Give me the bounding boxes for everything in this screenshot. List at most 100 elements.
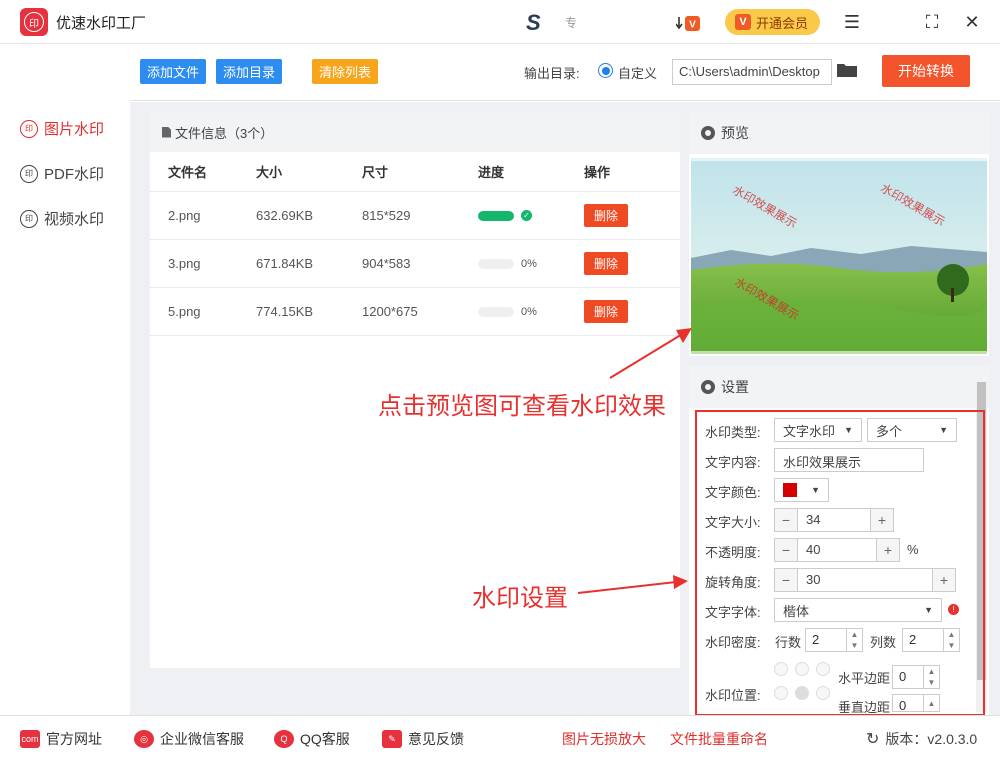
version-info[interactable]: ↻ 版本：v2.0.3.0: [866, 729, 977, 749]
stepper-value[interactable]: 40: [797, 539, 877, 561]
spinner-value[interactable]: 0: [893, 666, 923, 688]
position-dot[interactable]: [774, 662, 788, 676]
plus-icon[interactable]: +: [877, 539, 899, 561]
hmargin-label: 水平边距: [838, 671, 891, 686]
custom-dir-radio[interactable]: [598, 63, 613, 78]
delete-button[interactable]: 删除: [584, 300, 628, 323]
down-arrow-icon[interactable]: ▼: [948, 641, 956, 650]
annotation-settings-hint: 水印设置: [472, 585, 568, 612]
sidebar: 印 图片水印 印 PDF水印 印 视频水印: [0, 45, 130, 715]
file-name: 3.png: [168, 256, 201, 271]
vmargin-label: 垂直边距: [838, 700, 891, 715]
position-dot-selected[interactable]: [795, 686, 809, 700]
up-arrow-icon[interactable]: ▲: [851, 630, 859, 639]
stamp-icon: 印: [20, 119, 38, 138]
version-label: 版本：v2.0.3.0: [885, 731, 978, 747]
file-dimension: 815*529: [362, 208, 411, 223]
progress-cell: 0%: [478, 258, 584, 270]
footer-label: 企业微信客服: [160, 731, 244, 747]
text-content-input[interactable]: 水印效果展示: [774, 448, 924, 472]
stepper-value[interactable]: 34: [797, 509, 871, 531]
wechat-service-link[interactable]: ◎ 企业微信客服: [134, 729, 244, 749]
sidebar-item-label: 图片水印: [44, 121, 105, 138]
sidebar-item-pdf-watermark[interactable]: 印 PDF水印: [20, 163, 104, 184]
spinner-value[interactable]: 0: [893, 695, 923, 711]
file-size: 671.84KB: [256, 256, 314, 271]
file-dimension: 904*583: [362, 256, 411, 271]
spinner-value[interactable]: 2: [806, 629, 846, 651]
output-path-input[interactable]: C:\Users\admin\Desktop: [672, 59, 832, 85]
opacity-stepper[interactable]: −40 +: [774, 538, 900, 562]
settings-title: 设置: [721, 379, 749, 395]
app-logo: 印: [20, 8, 48, 36]
text-color-picker[interactable]: ▼: [774, 478, 829, 502]
percent-unit: %: [907, 542, 919, 557]
vip-button[interactable]: V 开通会员: [725, 9, 820, 35]
preview-image[interactable]: 水印效果展示 水印效果展示 水印效果展示: [691, 158, 987, 354]
down-arrow-icon[interactable]: ▼: [928, 678, 936, 687]
rotation-stepper[interactable]: −30 +: [774, 568, 956, 592]
add-directory-button[interactable]: 添加目录: [216, 59, 283, 84]
position-dot[interactable]: [774, 686, 788, 700]
progress-cell: ✓: [478, 210, 584, 221]
chevron-down-icon: ▼: [811, 485, 820, 495]
website-link[interactable]: com 官方网址: [20, 729, 102, 749]
document-icon: [162, 126, 171, 138]
position-dot[interactable]: [795, 662, 809, 676]
feedback-link[interactable]: ✎ 意见反馈: [382, 729, 464, 749]
folder-icon[interactable]: [837, 62, 857, 77]
web-icon: com: [20, 730, 40, 748]
spinner-value[interactable]: 2: [903, 629, 943, 651]
down-arrow-icon[interactable]: ▼: [851, 641, 859, 650]
add-file-button[interactable]: 添加文件: [140, 59, 207, 84]
minus-icon[interactable]: −: [775, 509, 797, 531]
hmargin-spinner[interactable]: 0 ▲ ▼: [892, 665, 940, 689]
position-dot[interactable]: [816, 686, 830, 700]
delete-button[interactable]: 删除: [584, 252, 628, 275]
label: 文字内容:: [705, 455, 761, 470]
start-convert-button[interactable]: 开始转换: [882, 55, 970, 87]
text-size-stepper[interactable]: −34 +: [774, 508, 894, 532]
delete-button[interactable]: 删除: [584, 204, 628, 227]
file-panel-header: 文件信息（3个）: [150, 112, 680, 152]
up-arrow-icon[interactable]: ▲: [948, 630, 956, 639]
watermark-type-select[interactable]: 文字水印 ▼: [774, 418, 862, 442]
close-icon[interactable]: ✕: [960, 10, 984, 34]
menu-icon[interactable]: ☰: [840, 10, 864, 34]
output-dir-label: 输出目录:: [524, 66, 580, 81]
rows-label: 行数: [775, 635, 802, 650]
download-vip-icon[interactable]: V: [676, 14, 702, 32]
stepper-value[interactable]: 30: [797, 569, 933, 591]
vmargin-spinner[interactable]: 0 ▲: [892, 694, 940, 712]
batch-rename-link[interactable]: 文件批量重命名: [670, 729, 768, 749]
rows-spinner[interactable]: 2 ▲ ▼: [805, 628, 863, 652]
font-select[interactable]: 楷体 ▼: [774, 598, 942, 622]
wechat-icon: ◎: [134, 730, 154, 748]
cols-spinner[interactable]: 2 ▲ ▼: [902, 628, 960, 652]
plus-icon[interactable]: +: [871, 509, 893, 531]
table-row[interactable]: 5.png 774.15KB 1200*675 0% 删除: [150, 288, 680, 336]
sidebar-item-label: PDF水印: [44, 166, 105, 183]
table-row[interactable]: 2.png 632.69KB 815*529 ✓ 删除: [150, 192, 680, 240]
sidebar-item-video-watermark[interactable]: 印 视频水印: [20, 208, 104, 229]
watermark-mode-select[interactable]: 多个 ▼: [867, 418, 957, 442]
minus-icon[interactable]: −: [775, 569, 797, 591]
refresh-icon: ↻: [866, 731, 880, 748]
warning-icon[interactable]: !: [948, 604, 959, 615]
up-arrow-icon[interactable]: ▲: [928, 699, 936, 708]
position-dot[interactable]: [816, 662, 830, 676]
lossless-enlarge-link[interactable]: 图片无损放大: [562, 729, 646, 749]
check-icon: ✓: [521, 210, 532, 221]
progress-bar: [478, 306, 514, 317]
minus-icon[interactable]: −: [775, 539, 797, 561]
label: 水印密度:: [705, 635, 761, 650]
sidebar-item-image-watermark[interactable]: 印 图片水印: [20, 118, 104, 139]
qq-service-link[interactable]: Q QQ客服: [274, 729, 350, 749]
maximize-icon[interactable]: ⛶: [920, 10, 944, 34]
table-row[interactable]: 3.png 671.84KB 904*583 0% 删除: [150, 240, 680, 288]
up-arrow-icon[interactable]: ▲: [928, 667, 936, 676]
footer-label: 意见反馈: [408, 731, 464, 747]
clear-list-button[interactable]: 清除列表: [312, 59, 379, 84]
plus-icon[interactable]: +: [933, 569, 955, 591]
chevron-down-icon: ▼: [924, 605, 933, 615]
